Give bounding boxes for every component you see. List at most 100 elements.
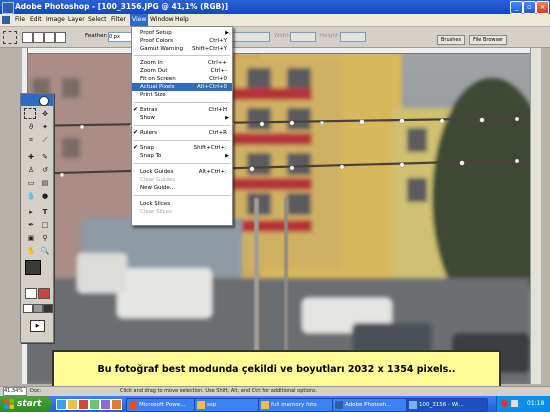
jump-to-imageready-icon[interactable]: ▶: [30, 320, 45, 332]
start-label: start: [17, 399, 42, 409]
menu-item-proof-setup[interactable]: Proof Setup ▶: [132, 29, 232, 37]
menu-edit[interactable]: Edit: [28, 14, 44, 26]
submenu-arrow-icon: ▶: [225, 115, 229, 121]
close-button[interactable]: ×: [536, 1, 549, 14]
hand-tool-icon[interactable]: ✋: [24, 245, 38, 258]
menu-separator: [134, 102, 230, 103]
taskbar-button-ssp[interactable]: ssp: [194, 398, 268, 412]
menu-item-show[interactable]: Show ▶: [132, 114, 232, 122]
gradient-tool-icon[interactable]: ▤: [38, 177, 52, 190]
subtract-selection-icon[interactable]: [44, 32, 55, 43]
foreground-color-swatch[interactable]: [25, 260, 41, 275]
menu-image[interactable]: Image: [44, 14, 67, 26]
menu-item-proof-colors[interactable]: Proof Colors Ctrl+Y: [132, 37, 232, 45]
photoshop-icon: [335, 401, 343, 409]
menu-window[interactable]: Window: [148, 14, 176, 26]
brush-tool-icon[interactable]: ✎: [38, 151, 52, 164]
quicklaunch-desktop-icon[interactable]: [89, 399, 100, 410]
menu-item-lock-guides[interactable]: Lock Guides Alt+Ctrl+;: [132, 168, 232, 176]
slice-tool-icon[interactable]: ⟋: [38, 134, 52, 147]
eraser-tool-icon[interactable]: ▭: [24, 177, 38, 190]
menu-separator: [134, 140, 230, 141]
screen-mode-full-icon[interactable]: [43, 304, 53, 313]
menu-item-snap[interactable]: ✔ Snap Shift+Ctrl+;: [132, 144, 232, 152]
options-bar: Feather: 0 px Width: Height:: [0, 27, 550, 74]
taskbar-button-photoshop[interactable]: Adobe Photosh...: [332, 398, 416, 412]
menu-item-gamut-warning[interactable]: Gamut Warning Shift+Ctrl+Y: [132, 45, 232, 53]
dodge-tool-icon[interactable]: ●: [38, 190, 52, 203]
screen-mode-standard-icon[interactable]: [23, 304, 33, 313]
zoom-tool-icon[interactable]: 🔍: [38, 245, 52, 258]
tab-brushes[interactable]: Brushes: [437, 35, 466, 45]
menu-select[interactable]: Select: [86, 14, 109, 26]
notes-tool-icon[interactable]: ▣: [24, 232, 38, 245]
lasso-tool-icon[interactable]: ϑ: [24, 121, 38, 134]
marquee-tool-icon[interactable]: [24, 108, 36, 119]
photo-canvas[interactable]: [22, 48, 530, 384]
quicklaunch-app-icon[interactable]: [100, 399, 111, 410]
adobe-online-eye-icon[interactable]: [39, 96, 49, 106]
menu-item-actual-pixels[interactable]: Actual Pixels Alt+Ctrl+0: [132, 83, 232, 91]
minimize-button[interactable]: _: [510, 1, 523, 14]
new-selection-icon[interactable]: [22, 32, 33, 43]
taskbar-button-full-memory-foto[interactable]: full memory foto: [258, 398, 342, 412]
path-selection-icon[interactable]: ▸: [24, 206, 38, 219]
marquee-tool-icon[interactable]: [3, 31, 17, 44]
window-title: Adobe Photoshop - [100_3156.JPG @ 41,1% …: [15, 2, 229, 11]
taskbar: start Microsoft Powe... ssp full memory …: [0, 396, 550, 412]
healing-brush-icon[interactable]: ✚: [24, 151, 38, 164]
menu-item-clear-slices: Clear Slices: [140, 209, 172, 215]
menu-item-lock-slices[interactable]: Lock Slices: [132, 200, 232, 208]
crop-tool-icon[interactable]: ⌗: [24, 134, 38, 147]
restore-button[interactable]: ▫: [523, 1, 536, 14]
clock[interactable]: 01:18: [527, 396, 544, 412]
menu-item-zoom-out[interactable]: Zoom Out Ctrl+-: [132, 67, 232, 75]
eyedropper-icon[interactable]: ⚲: [38, 232, 52, 245]
toolbox-header[interactable]: [21, 94, 53, 106]
standard-mode-icon[interactable]: [25, 288, 37, 299]
start-button[interactable]: start: [0, 396, 52, 412]
folder-icon: [261, 401, 269, 409]
menu-filter[interactable]: Filter: [109, 14, 128, 26]
tab-file-browser[interactable]: File Browser: [469, 35, 508, 45]
history-brush-icon[interactable]: ↺: [38, 164, 52, 177]
menu-item-snap-to[interactable]: Snap To ▶: [132, 152, 232, 160]
tray-antivirus-icon[interactable]: [501, 400, 508, 407]
menu-item-new-guide[interactable]: New Guide...: [132, 184, 232, 192]
menu-item-extras[interactable]: ✔ Extras Ctrl+H: [132, 106, 232, 114]
quicklaunch-folder-icon[interactable]: [67, 399, 78, 410]
menu-separator: [134, 195, 230, 196]
intersect-selection-icon[interactable]: [55, 32, 66, 43]
add-selection-icon[interactable]: [33, 32, 44, 43]
quick-mask-icon[interactable]: [38, 288, 50, 299]
zoom-level-field[interactable]: 41,34%: [3, 387, 27, 396]
style-select: [232, 32, 270, 42]
menu-bar: File Edit Image Layer Select Filter View…: [0, 14, 550, 27]
tray-network-icon[interactable]: [511, 400, 518, 407]
screen-mode-full-menu-icon[interactable]: [33, 304, 43, 313]
menu-item-rulers[interactable]: ✔ Rulers Ctrl+R: [132, 129, 232, 137]
windows-logo-icon: [4, 399, 14, 409]
feather-input[interactable]: 0 px: [108, 32, 132, 42]
menu-item-zoom-in[interactable]: Zoom In Ctrl++: [132, 59, 232, 67]
type-tool-icon[interactable]: T: [38, 206, 52, 219]
feather-label: Feather:: [85, 33, 108, 39]
blur-tool-icon[interactable]: 💧: [24, 190, 38, 203]
menu-view[interactable]: View: [130, 14, 149, 26]
taskbar-button-powerpoint[interactable]: Microsoft Powe...: [126, 398, 204, 412]
clone-stamp-icon[interactable]: ♙: [24, 164, 38, 177]
magic-wand-icon[interactable]: ✦: [38, 121, 52, 134]
menu-help[interactable]: Help: [173, 14, 191, 26]
quicklaunch-app-icon[interactable]: [111, 399, 122, 410]
move-tool-icon[interactable]: ✥: [38, 108, 52, 121]
vertical-scrollbar[interactable]: [530, 48, 541, 384]
menu-file[interactable]: File: [13, 14, 27, 26]
quicklaunch-media-icon[interactable]: [78, 399, 89, 410]
taskbar-button-image-viewer[interactable]: 100_3156 - Wi...: [406, 398, 488, 412]
pen-tool-icon[interactable]: ✒: [24, 219, 38, 232]
quicklaunch-ie-icon[interactable]: [56, 399, 67, 410]
menu-item-fit-on-screen[interactable]: Fit on Screen Ctrl+0: [132, 75, 232, 83]
menu-item-print-size[interactable]: Print Size: [132, 91, 232, 99]
menu-layer[interactable]: Layer: [66, 14, 87, 26]
shape-tool-icon[interactable]: □: [38, 219, 52, 232]
